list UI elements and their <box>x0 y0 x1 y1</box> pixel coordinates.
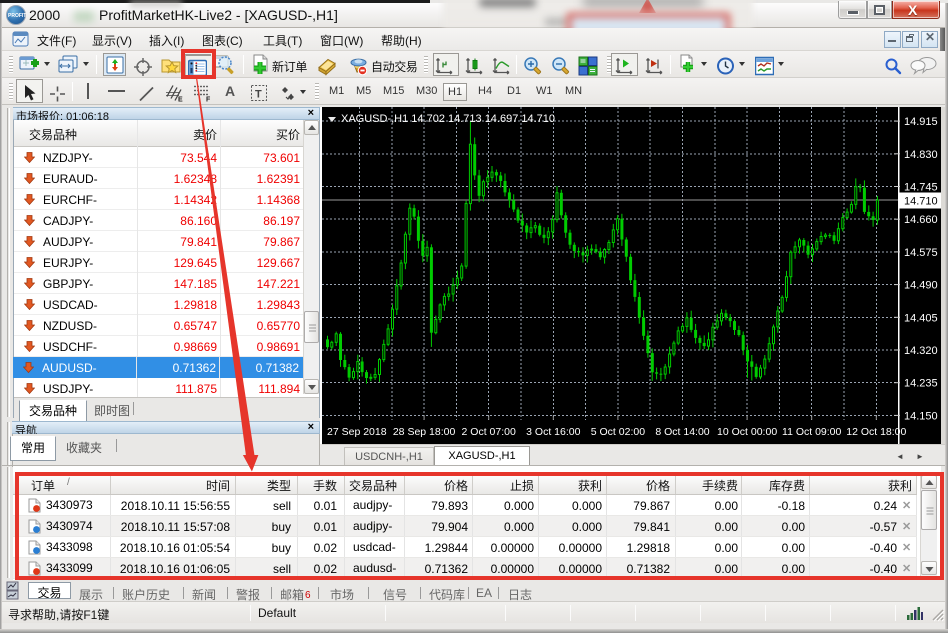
svg-text:14.150: 14.150 <box>904 410 938 422</box>
svg-text:E: E <box>178 97 183 104</box>
svg-text:28 Sep 18:00: 28 Sep 18:00 <box>393 426 456 438</box>
svg-text:5 Oct 02:00: 5 Oct 02:00 <box>591 426 645 438</box>
svg-text:F: F <box>206 97 211 104</box>
svg-text:3 Oct 16:00: 3 Oct 16:00 <box>526 426 580 438</box>
svg-text:14.320: 14.320 <box>904 345 938 357</box>
svg-text:T: T <box>255 89 262 101</box>
svg-text:14.405: 14.405 <box>904 312 938 324</box>
svg-text:14.235: 14.235 <box>904 378 938 390</box>
svg-text:27 Sep 2018: 27 Sep 2018 <box>327 426 387 438</box>
svg-text:12 Oct 18:00: 12 Oct 18:00 <box>846 426 906 438</box>
svg-text:2 Oct 07:00: 2 Oct 07:00 <box>462 426 516 438</box>
svg-text:8 Oct 14:00: 8 Oct 14:00 <box>655 426 709 438</box>
svg-text:XAGUSD-,H1 14.702 14.713 14.6: XAGUSD-,H1 14.702 14.713 14.697 14.710 <box>341 113 555 125</box>
svg-text:11 Oct 09:00: 11 Oct 09:00 <box>782 426 842 438</box>
svg-text:14.710: 14.710 <box>904 196 938 208</box>
svg-text:14.915: 14.915 <box>904 116 938 128</box>
svg-text:14.745: 14.745 <box>904 182 938 194</box>
svg-text:14.575: 14.575 <box>904 247 938 259</box>
svg-text:10 Oct 00:00: 10 Oct 00:00 <box>717 426 777 438</box>
svg-text:14.490: 14.490 <box>904 280 938 292</box>
svg-text:14.830: 14.830 <box>904 149 938 161</box>
svg-text:14.660: 14.660 <box>904 214 938 226</box>
